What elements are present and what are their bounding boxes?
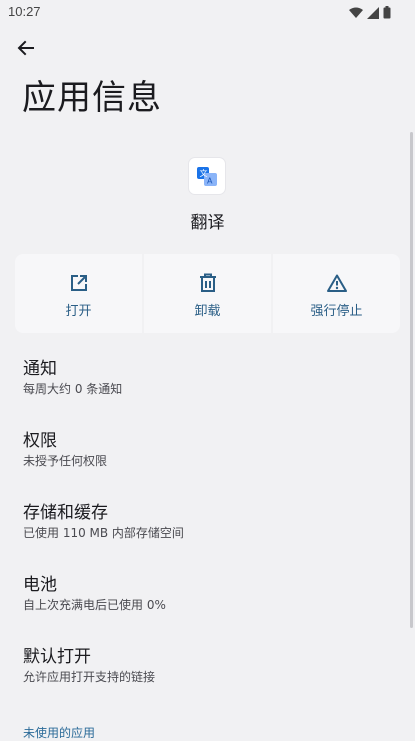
setting-title: 通知 [23, 359, 57, 379]
setting-subtitle: 自上次充满电后已使用 0% [23, 598, 166, 612]
unused-apps-section-header: 未使用的应用 [23, 726, 96, 740]
back-button[interactable] [14, 38, 38, 62]
cellular-signal-icon [367, 4, 379, 23]
status-time: 10:27 [8, 4, 41, 19]
setting-title: 默认打开 [23, 647, 91, 667]
setting-title: 电池 [23, 575, 57, 595]
app-name: 翻译 [190, 213, 225, 233]
trash-icon [197, 272, 219, 294]
translate-app-icon: 文 A [189, 158, 225, 194]
uninstall-button[interactable]: 卸载 [144, 254, 271, 333]
scrollbar[interactable] [410, 132, 413, 628]
settings-list: 通知 每周大约 0 条通知 权限 未授予任何权限 存储和缓存 已使用 110 M… [0, 348, 410, 708]
warning-icon [326, 272, 348, 294]
setting-open-by-default[interactable]: 默认打开 允许应用打开支持的链接 [0, 636, 410, 708]
page-title: 应用信息 [22, 78, 162, 118]
setting-permissions[interactable]: 权限 未授予任何权限 [0, 420, 410, 492]
setting-subtitle: 允许应用打开支持的链接 [23, 670, 156, 684]
setting-notifications[interactable]: 通知 每周大约 0 条通知 [0, 348, 410, 420]
open-button-label: 打开 [65, 304, 92, 319]
open-button[interactable]: 打开 [15, 254, 142, 333]
battery-icon [383, 4, 391, 23]
setting-subtitle: 未授予任何权限 [23, 454, 108, 468]
uninstall-button-label: 卸载 [194, 304, 221, 319]
setting-subtitle: 已使用 110 MB 内部存储空间 [23, 526, 184, 540]
arrow-left-icon [17, 39, 35, 61]
status-icons [349, 4, 391, 23]
setting-subtitle: 每周大约 0 条通知 [23, 382, 123, 396]
svg-text:A: A [207, 177, 213, 186]
wifi-icon [349, 4, 363, 23]
force-stop-button[interactable]: 强行停止 [273, 254, 400, 333]
setting-title: 权限 [23, 431, 57, 451]
status-bar: 10:27 [0, 0, 415, 24]
open-external-icon [68, 272, 90, 294]
setting-title: 存储和缓存 [23, 503, 108, 523]
action-bar: 打开 卸载 强行停止 [15, 254, 400, 333]
force-stop-button-label: 强行停止 [310, 304, 363, 319]
setting-battery[interactable]: 电池 自上次充满电后已使用 0% [0, 564, 410, 636]
setting-storage[interactable]: 存储和缓存 已使用 110 MB 内部存储空间 [0, 492, 410, 564]
